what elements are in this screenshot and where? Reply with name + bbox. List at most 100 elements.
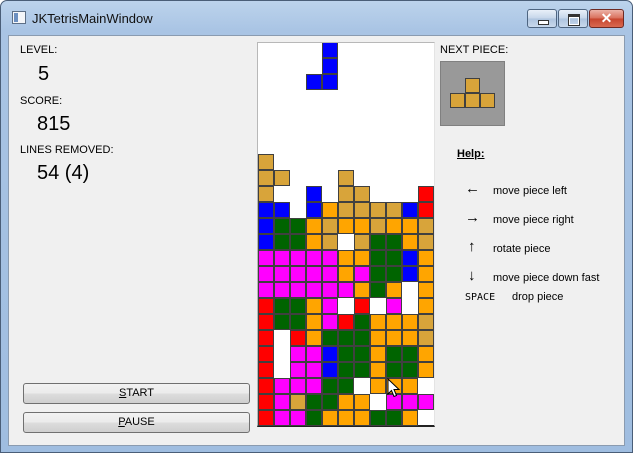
- next-piece-cell: [465, 78, 480, 93]
- board-cell: [354, 234, 370, 250]
- main-content: LEVEL: 5 SCORE: 815 LINES REMOVED: 54 (4…: [8, 35, 625, 446]
- board-cell: [306, 394, 322, 410]
- board-cell: [354, 266, 370, 282]
- board-cell: [258, 266, 274, 282]
- board-cell: [258, 186, 274, 202]
- board-cell: [386, 362, 402, 378]
- board-cell: [354, 298, 370, 314]
- board-cell: [354, 362, 370, 378]
- board-cell: [322, 202, 338, 218]
- board-grid: [258, 43, 434, 426]
- board-cell: [258, 282, 274, 298]
- board-cell: [402, 250, 418, 266]
- board-cell: [322, 314, 338, 330]
- board-cell: [338, 170, 354, 186]
- board-cell: [306, 298, 322, 314]
- board-cell: [354, 202, 370, 218]
- board-cell: [290, 378, 306, 394]
- board-cell: [338, 346, 354, 362]
- board-cell: [322, 410, 338, 426]
- minimize-button[interactable]: [527, 9, 557, 28]
- game-board[interactable]: [257, 42, 435, 427]
- level-value: 5: [38, 63, 50, 85]
- board-cell: [418, 202, 434, 218]
- score-label: SCORE:: [20, 95, 63, 107]
- board-cell: [306, 218, 322, 234]
- board-cell: [258, 394, 274, 410]
- board-cell: [306, 266, 322, 282]
- board-cell: [322, 58, 338, 74]
- board-cell: [338, 330, 354, 346]
- board-cell: [290, 410, 306, 426]
- board-cell: [306, 250, 322, 266]
- start-button[interactable]: START: [23, 383, 250, 404]
- board-cell: [402, 362, 418, 378]
- board-cell: [418, 346, 434, 362]
- mouse-cursor-icon: [387, 378, 401, 398]
- maximize-button[interactable]: [558, 9, 588, 28]
- board-cell: [322, 298, 338, 314]
- board-cell: [402, 346, 418, 362]
- app-icon: [12, 11, 26, 24]
- pause-button[interactable]: PAUSE: [23, 412, 250, 433]
- next-piece-preview: [440, 61, 505, 126]
- board-cell: [370, 410, 386, 426]
- board-cell: [418, 282, 434, 298]
- help-title: Help:: [457, 148, 485, 160]
- board-cell: [322, 330, 338, 346]
- board-cell: [258, 170, 274, 186]
- level-label: LEVEL:: [20, 44, 58, 56]
- board-cell: [402, 410, 418, 426]
- board-cell: [258, 218, 274, 234]
- board-cell: [290, 250, 306, 266]
- board-cell: [306, 234, 322, 250]
- board-cell: [274, 266, 290, 282]
- board-cell: [386, 218, 402, 234]
- board-cell: [370, 282, 386, 298]
- help-rotate: rotate piece: [493, 243, 551, 255]
- board-cell: [306, 186, 322, 202]
- board-cell: [370, 378, 386, 394]
- board-cell: [386, 266, 402, 282]
- board-cell: [418, 186, 434, 202]
- board-cell: [306, 362, 322, 378]
- board-cell: [370, 266, 386, 282]
- board-cell: [322, 362, 338, 378]
- board-cell: [338, 362, 354, 378]
- board-cell: [290, 394, 306, 410]
- board-cell: [258, 346, 274, 362]
- board-cell: [338, 250, 354, 266]
- board-cell: [386, 346, 402, 362]
- board-cell: [418, 266, 434, 282]
- board-cell: [370, 218, 386, 234]
- title-bar[interactable]: JKTetrisMainWindow ✕: [1, 1, 632, 35]
- board-cell: [306, 282, 322, 298]
- board-cell: [306, 314, 322, 330]
- board-cell: [402, 330, 418, 346]
- lines-removed-label: LINES REMOVED:: [20, 144, 114, 156]
- board-cell: [418, 218, 434, 234]
- app-window: JKTetrisMainWindow ✕ LEVEL: 5 SCORE: 815…: [0, 0, 633, 453]
- board-cell: [258, 362, 274, 378]
- board-cell: [418, 234, 434, 250]
- board-cell: [370, 234, 386, 250]
- close-button[interactable]: ✕: [589, 9, 624, 28]
- board-cell: [338, 410, 354, 426]
- board-cell: [402, 218, 418, 234]
- start-button-label: TART: [126, 387, 155, 399]
- board-cell: [274, 410, 290, 426]
- board-cell: [322, 250, 338, 266]
- down-arrow-icon: ↓: [468, 267, 476, 284]
- help-drop: drop piece: [512, 291, 564, 303]
- board-cell: [386, 314, 402, 330]
- board-cell: [258, 410, 274, 426]
- board-cell: [418, 250, 434, 266]
- board-cell: [338, 218, 354, 234]
- board-cell: [274, 202, 290, 218]
- board-cell: [322, 74, 338, 90]
- window-title: JKTetrisMainWindow: [32, 11, 153, 26]
- board-cell: [306, 410, 322, 426]
- next-piece-grid: [450, 78, 495, 108]
- next-piece-cell: [450, 93, 465, 108]
- help-move-down: move piece down fast: [493, 272, 600, 284]
